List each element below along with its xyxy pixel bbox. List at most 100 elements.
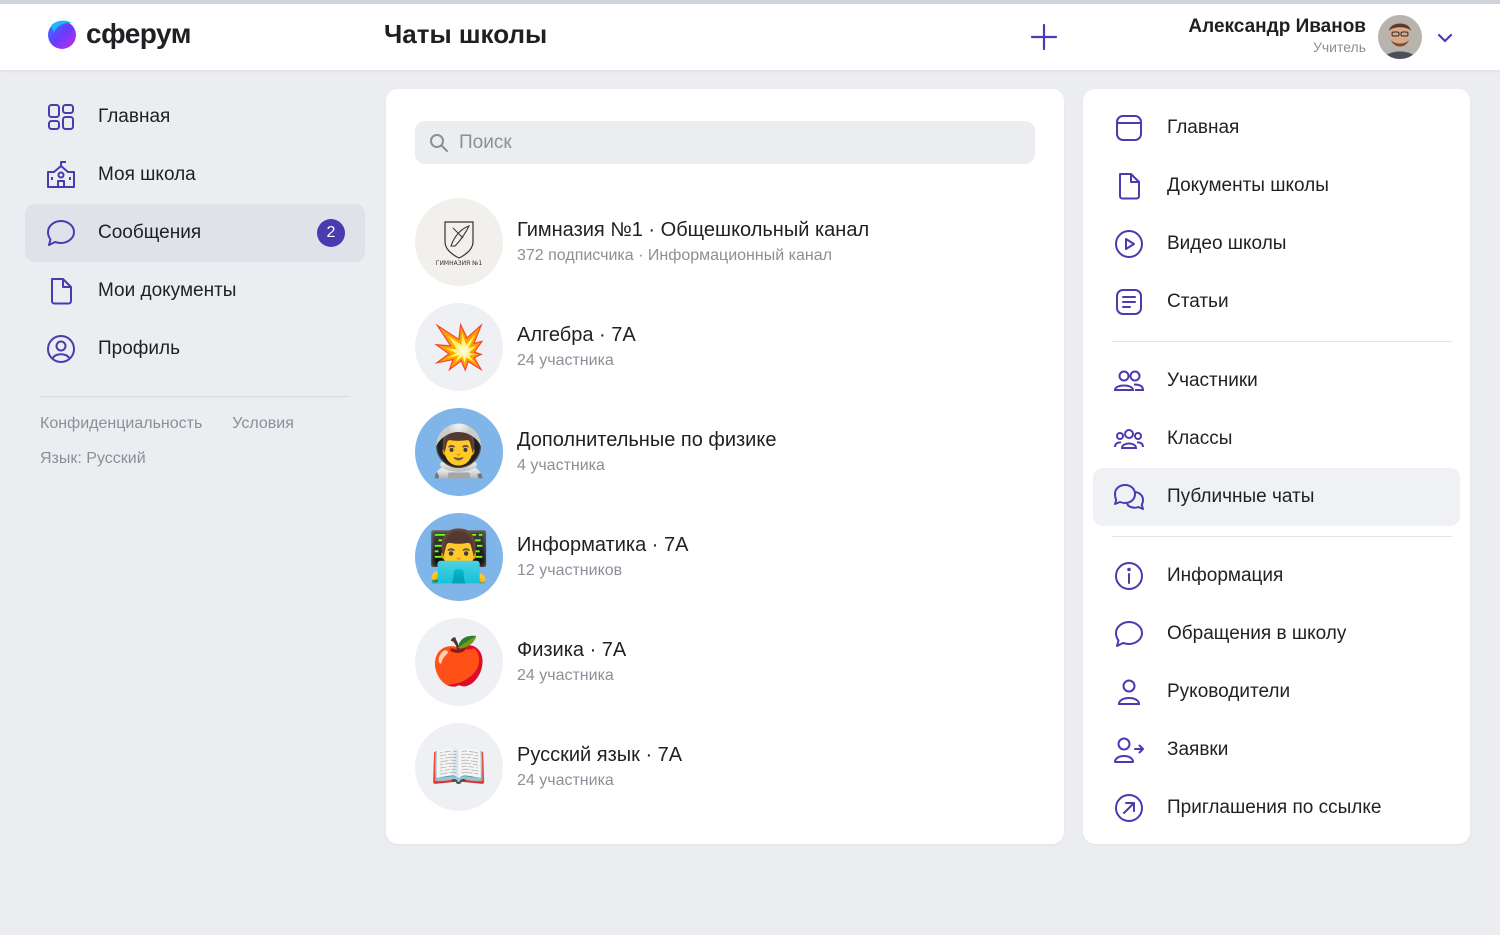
menu-divider (1112, 341, 1452, 342)
menu-item-classes[interactable]: Классы (1093, 410, 1460, 468)
menu-item-label: Заявки (1167, 739, 1229, 760)
list-item[interactable]: 👨‍🚀 Дополнительные по физике 4 участника (415, 399, 1035, 504)
menu-item-label: Участники (1167, 370, 1258, 391)
chat-subtitle: 24 участника (517, 351, 614, 369)
document-icon (45, 275, 77, 307)
message-icon (45, 217, 77, 249)
privacy-link[interactable]: Конфиденциальность (40, 415, 202, 433)
page-title: Чаты школы (384, 19, 548, 49)
sidebar-item-my-documents[interactable]: Мои документы (25, 262, 365, 320)
menu-item-school-video[interactable]: Видео школы (1093, 215, 1460, 273)
chat-avatar: 👨‍💻 (415, 512, 503, 601)
astronaut-icon: 👨‍🚀 (427, 423, 491, 479)
menu-item-label: Приглашения по ссылке (1167, 797, 1382, 818)
arrow-up-right-circle-icon (1113, 792, 1145, 824)
chat-title: Алгебра · 7А (517, 323, 636, 346)
menu-item-home[interactable]: Главная (1093, 99, 1460, 157)
search-input[interactable] (459, 131, 1019, 154)
sidebar-item-label: Главная (98, 106, 171, 127)
menu-item-school-documents[interactable]: Документы школы (1093, 157, 1460, 215)
explosion-icon: 💥 (431, 322, 487, 372)
sidebar-item-home[interactable]: Главная (25, 88, 365, 146)
plus-icon (1030, 23, 1058, 51)
sidebar-item-label: Моя школа (98, 164, 196, 185)
list-item[interactable]: 📖 Русский язык · 7А 24 участника (415, 714, 1035, 819)
menu-item-label: Обращения в школу (1167, 623, 1347, 644)
avatar-caption: ГИМНАЗИЯ №1 (436, 260, 483, 267)
menu-item-label: Главная (1167, 117, 1240, 138)
school-icon (45, 159, 77, 191)
logo[interactable]: сферум (46, 18, 191, 50)
chat-avatar: 📖 (415, 722, 503, 811)
sidebar-item-profile[interactable]: Профиль (25, 320, 365, 378)
grid-icon (45, 101, 77, 133)
menu-item-information[interactable]: Информация (1093, 547, 1460, 605)
message-icon (1113, 618, 1145, 650)
user-name: Александр Иванов (1188, 16, 1366, 37)
sidebar-item-label: Сообщения (98, 222, 202, 243)
chat-title: Русский язык · 7А (517, 743, 683, 766)
info-icon (1113, 560, 1145, 592)
search-icon (430, 133, 448, 152)
chat-avatar: ГИМНАЗИЯ №1 (415, 197, 503, 286)
chats-icon (1113, 481, 1145, 513)
menu-item-public-chats[interactable]: Публичные чаты (1093, 468, 1460, 526)
chat-title: Гимназия №1 · Общешкольный канал (517, 218, 870, 241)
chat-avatar: 🍎 (415, 617, 503, 706)
list-item[interactable]: 🍎 Физика · 7А 24 участника (415, 609, 1035, 714)
logo-text: сферум (86, 18, 191, 49)
menu-divider (1112, 536, 1452, 537)
menu-item-applications[interactable]: Заявки (1093, 721, 1460, 779)
menu-item-members[interactable]: Участники (1093, 352, 1460, 410)
article-icon (1113, 286, 1145, 318)
menu-item-articles[interactable]: Статьи (1093, 273, 1460, 331)
list-item[interactable]: 👨‍💻 Информатика · 7А 12 участников (415, 504, 1035, 609)
logo-icon (48, 20, 76, 49)
chat-list: ГИМНАЗИЯ №1 Гимназия №1 · Общешкольный к… (415, 189, 1035, 819)
chat-subtitle: 24 участника (517, 771, 614, 789)
gymnasium-logo-icon: ГИМНАЗИЯ №1 (436, 220, 483, 267)
terms-link[interactable]: Условия (232, 415, 294, 433)
unread-badge: 2 (317, 219, 345, 247)
chat-subtitle: 24 участника (517, 666, 614, 684)
sidebar-item-messages[interactable]: Сообщения 2 (25, 204, 365, 262)
document-icon (1113, 170, 1145, 202)
profile-icon (45, 333, 77, 365)
sidebar-item-my-school[interactable]: Моя школа (25, 146, 365, 204)
chat-avatar: 💥 (415, 302, 503, 391)
chats-panel: ГИМНАЗИЯ №1 Гимназия №1 · Общешкольный к… (386, 89, 1064, 844)
menu-item-label: Документы школы (1167, 175, 1329, 196)
list-item[interactable]: ГИМНАЗИЯ №1 Гимназия №1 · Общешкольный к… (415, 189, 1035, 294)
menu-item-label: Классы (1167, 428, 1233, 449)
chat-title: Дополнительные по физике (517, 428, 777, 451)
user-role: Учитель (1312, 39, 1366, 55)
add-button[interactable] (1026, 19, 1062, 55)
sidebar-item-label: Мои документы (98, 280, 237, 301)
left-sidebar: Главная Моя школа Сообщения 2 Мои докуме… (25, 88, 365, 485)
chat-avatar: 👨‍🚀 (415, 407, 503, 496)
sidebar-footer: Конфиденциальность Условия Язык: Русский (25, 415, 365, 468)
school-menu-panel: Главная Документы школы Видео школы Стат… (1083, 89, 1470, 844)
sidebar-divider (39, 396, 349, 397)
open-book-icon: 📖 (430, 740, 488, 792)
menu-item-leaders[interactable]: Руководители (1093, 663, 1460, 721)
browser-window-icon (1113, 112, 1145, 144)
menu-item-label: Руководители (1167, 681, 1291, 702)
chevron-down-icon[interactable] (1435, 28, 1455, 48)
chat-subtitle: 4 участника (517, 456, 605, 474)
chat-title: Информатика · 7А (517, 533, 689, 556)
play-circle-icon (1113, 228, 1145, 260)
menu-item-invite-links[interactable]: Приглашения по ссылке (1093, 779, 1460, 837)
avatar[interactable] (1378, 15, 1422, 59)
search-box[interactable] (415, 121, 1035, 164)
menu-item-school-requests[interactable]: Обращения в школу (1093, 605, 1460, 663)
group-icon (1113, 423, 1145, 455)
menu-item-label: Публичные чаты (1167, 486, 1315, 507)
users-icon (1113, 365, 1145, 397)
language-link[interactable]: Язык: Русский (40, 450, 146, 468)
user-arrow-icon (1113, 734, 1145, 766)
user-info[interactable]: Александр Иванов Учитель (1188, 16, 1366, 55)
chat-title: Физика · 7А (517, 638, 627, 661)
list-item[interactable]: 💥 Алгебра · 7А 24 участника (415, 294, 1035, 399)
sidebar-item-label: Профиль (98, 338, 181, 359)
